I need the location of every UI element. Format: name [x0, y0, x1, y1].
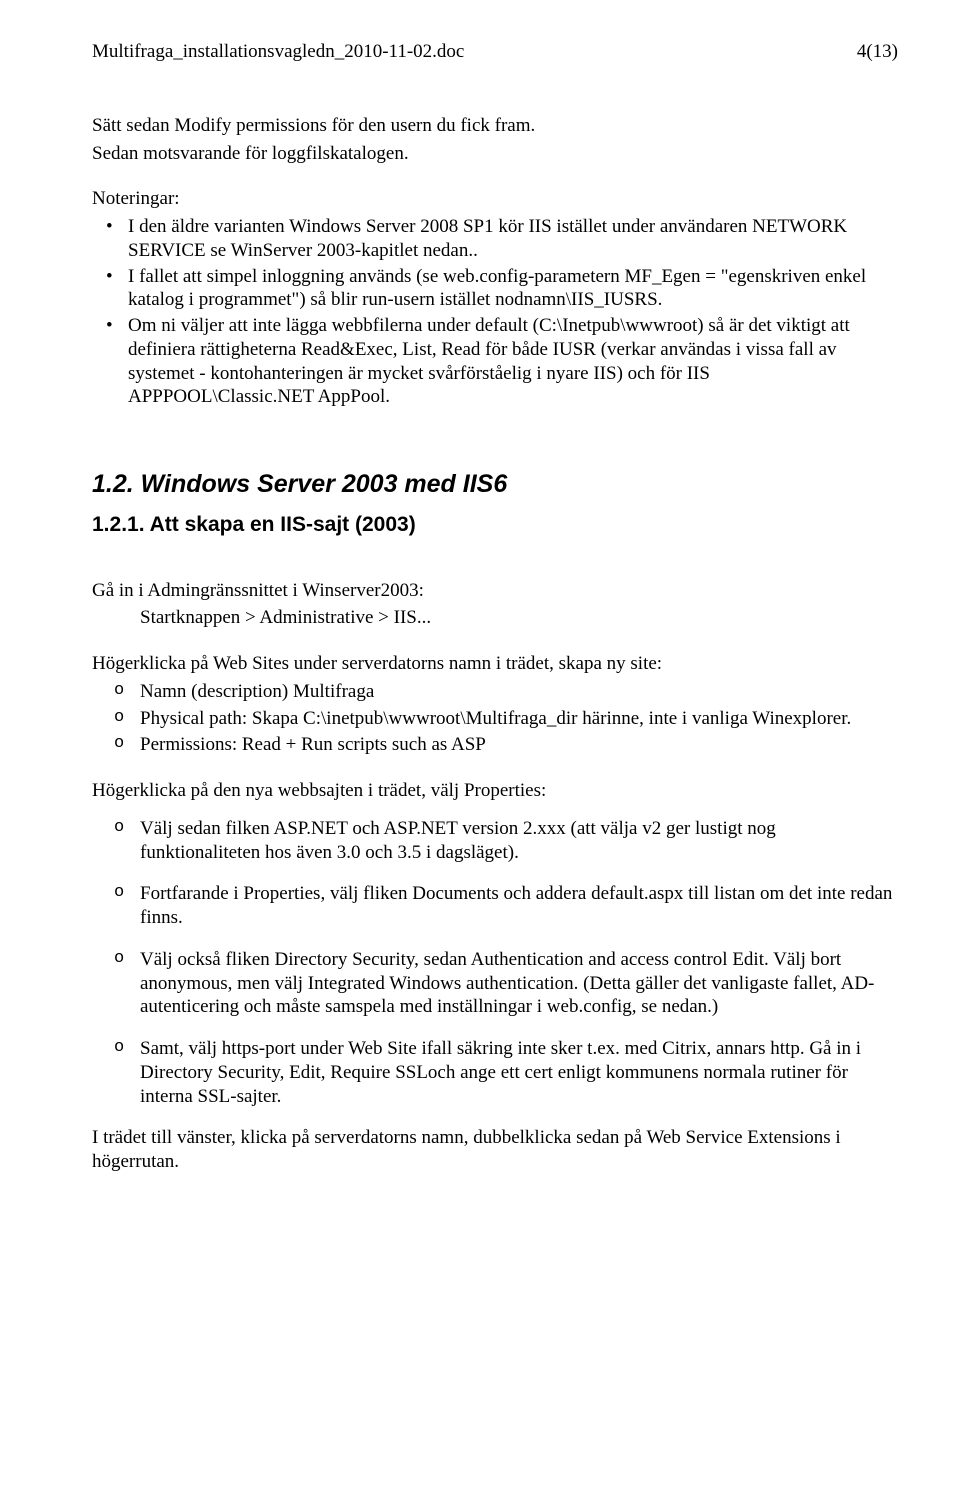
websites-item: Permissions: Read + Run scripts such as …: [92, 733, 898, 757]
noteringar-item: I fallet att simpel inloggning används (…: [92, 265, 898, 313]
noteringar-list: I den äldre varianten Windows Server 200…: [92, 215, 898, 409]
websites-item: Physical path: Skapa C:\inetpub\wwwroot\…: [92, 707, 898, 731]
admin-path: Startknappen > Administrative > IIS...: [92, 606, 898, 630]
subsection-heading: 1.2.1. Att skapa en IIS-sajt (2003): [92, 512, 898, 538]
properties-item: Samt, välj https-port under Web Site ifa…: [92, 1037, 898, 1108]
header-page-number: 4(13): [857, 40, 898, 64]
properties-item: Välj också fliken Directory Security, se…: [92, 948, 898, 1019]
properties-item: Välj sedan filken ASP.NET och ASP.NET ve…: [92, 817, 898, 865]
properties-intro: Högerklicka på den nya webbsajten i träd…: [92, 779, 898, 803]
websites-intro: Högerklicka på Web Sites under serverdat…: [92, 652, 898, 676]
intro-paragraph-2: Sedan motsvarande för loggfilskatalogen.: [92, 142, 898, 166]
websites-item: Namn (description) Multifraga: [92, 680, 898, 704]
noteringar-item: Om ni väljer att inte lägga webbfilerna …: [92, 314, 898, 409]
admin-intro: Gå in i Admingränssnittet i Winserver200…: [92, 579, 898, 603]
properties-item: Fortfarande i Properties, välj fliken Do…: [92, 882, 898, 930]
section-heading: 1.2. Windows Server 2003 med IIS6: [92, 469, 898, 500]
noteringar-item: I den äldre varianten Windows Server 200…: [92, 215, 898, 263]
tree-outro: I trädet till vänster, klicka på serverd…: [92, 1126, 898, 1174]
page-header: Multifraga_installationsvagledn_2010-11-…: [92, 40, 898, 64]
intro-paragraph-1: Sätt sedan Modify permissions för den us…: [92, 114, 898, 138]
properties-list: Välj sedan filken ASP.NET och ASP.NET ve…: [92, 817, 898, 1109]
websites-list: Namn (description) Multifraga Physical p…: [92, 680, 898, 757]
noteringar-title: Noteringar:: [92, 187, 898, 211]
header-filename: Multifraga_installationsvagledn_2010-11-…: [92, 40, 464, 64]
